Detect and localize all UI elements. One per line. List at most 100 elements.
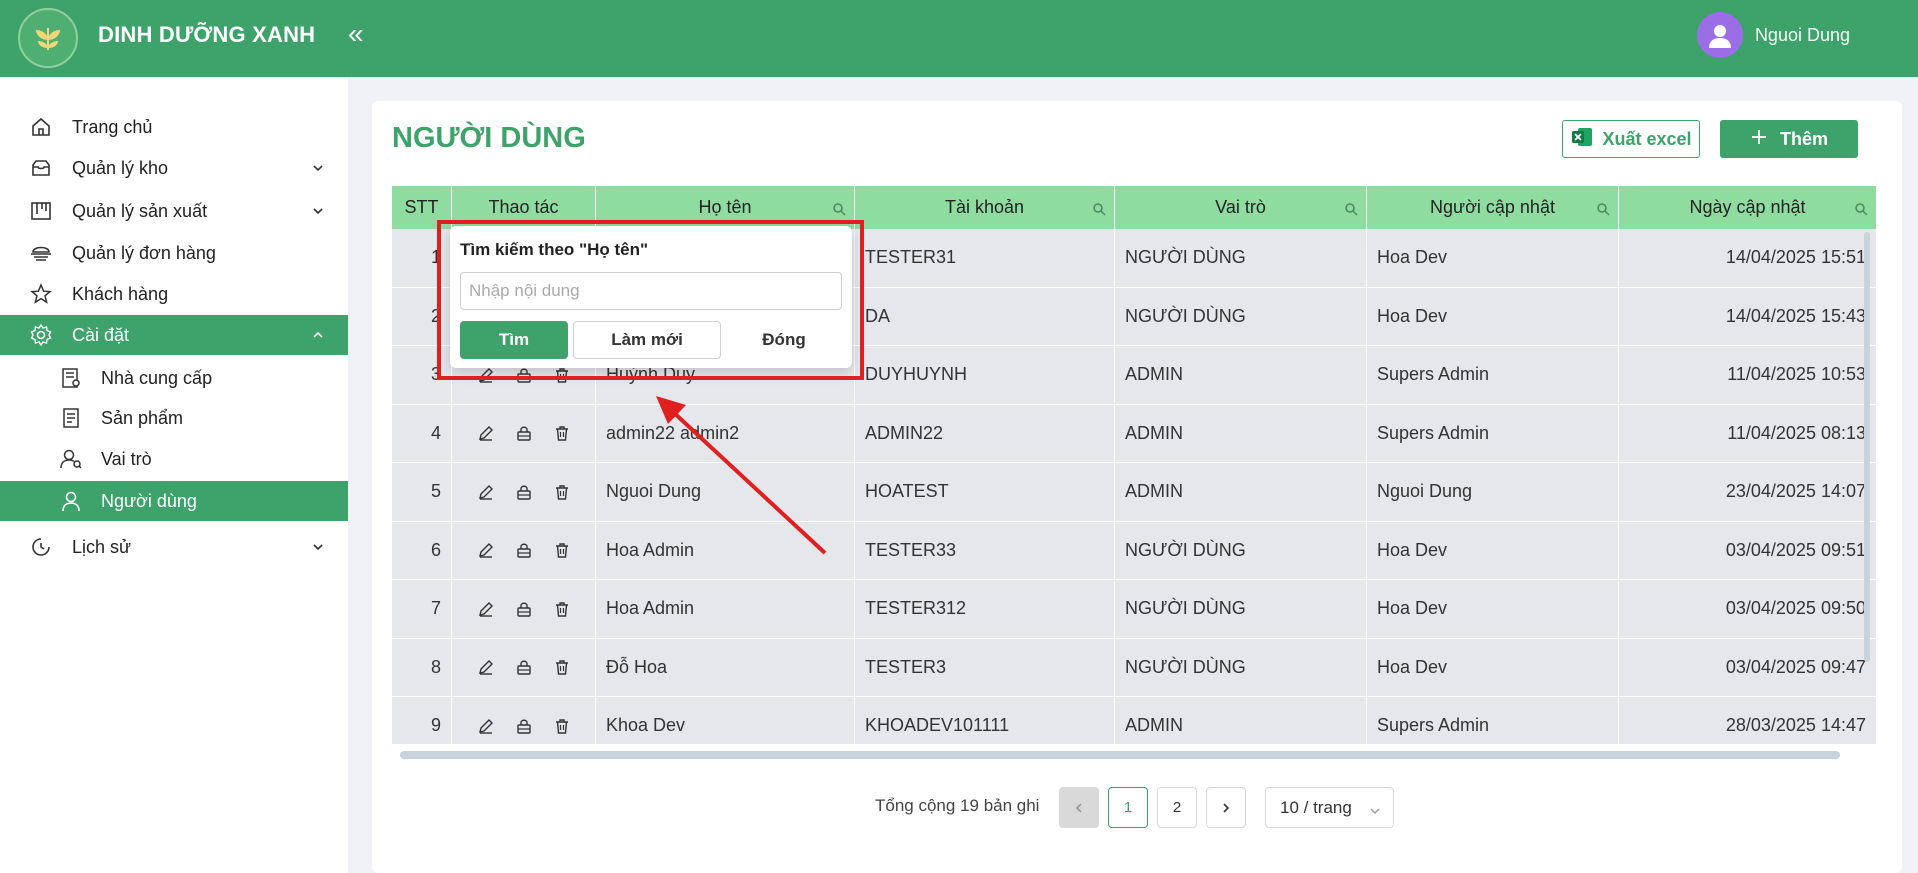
lock-icon[interactable] xyxy=(514,482,534,502)
cell-updated-by: Supers Admin xyxy=(1367,346,1619,404)
column-search-icon[interactable] xyxy=(1344,200,1358,216)
cell-updated-at: 14/04/2025 15:51 xyxy=(1619,229,1877,287)
roles-icon xyxy=(58,446,84,472)
cell-name: Hoa Admin xyxy=(596,521,855,579)
cell-account: TESTER312 xyxy=(855,580,1115,638)
add-user-button[interactable]: Thêm xyxy=(1720,120,1858,158)
avatar[interactable] xyxy=(1696,12,1743,58)
cell-account: DA xyxy=(855,287,1115,345)
page-size-select[interactable]: 10 / trang xyxy=(1265,787,1394,828)
sidebar-item-customers[interactable]: Khách hàng xyxy=(0,274,348,314)
sidebar-item-history[interactable]: Lịch sử xyxy=(0,527,348,567)
lock-icon[interactable] xyxy=(514,716,534,736)
sidebar-item-inventory[interactable]: Quản lý kho xyxy=(0,148,348,188)
col-header-updated-at: Ngày cập nhật xyxy=(1619,186,1877,229)
export-excel-label: Xuất excel xyxy=(1602,128,1692,149)
trash-icon[interactable] xyxy=(552,599,572,619)
sidebar-item-orders[interactable]: Quản lý đơn hàng xyxy=(0,233,348,273)
cell-updated-at: 14/04/2025 15:43 xyxy=(1619,287,1877,345)
trash-icon[interactable] xyxy=(552,423,572,443)
cell-account: TESTER31 xyxy=(855,229,1115,287)
col-header-label: Ngày cập nhật xyxy=(1689,197,1806,217)
page-1-button[interactable]: 1 xyxy=(1108,787,1148,828)
top-header: DINH DƯỠNG XANH « Nguoi Dung xyxy=(0,0,1918,77)
cell-account: TESTER3 xyxy=(855,638,1115,696)
column-search-icon[interactable] xyxy=(1092,200,1106,216)
cell-account: TESTER33 xyxy=(855,521,1115,579)
cell-role: NGƯỜI DÙNG xyxy=(1115,638,1367,696)
trash-icon[interactable] xyxy=(552,540,572,560)
col-header-label: Người cập nhật xyxy=(1430,197,1555,217)
collapse-sidebar-icon[interactable]: « xyxy=(348,18,364,50)
horizontal-scrollbar[interactable] xyxy=(400,751,1840,759)
cell-actions xyxy=(452,697,596,744)
cell-stt: 8 xyxy=(392,638,452,696)
cell-stt: 4 xyxy=(392,404,452,462)
sidebar-item-roles[interactable]: Vai trò xyxy=(0,439,348,479)
cell-updated-at: 23/04/2025 14:07 xyxy=(1619,463,1877,521)
cell-updated-at: 11/04/2025 10:53 xyxy=(1619,346,1877,404)
sidebar-item-label: Trang chủ xyxy=(72,116,153,137)
column-search-icon[interactable] xyxy=(832,200,846,216)
prev-page-button[interactable] xyxy=(1059,787,1099,828)
cell-role: ADMIN xyxy=(1115,404,1367,462)
total-records: Tổng cộng 19 bản ghi xyxy=(875,796,1040,815)
plus-icon xyxy=(1750,128,1768,151)
table-row: 9 Khoa Dev KHOADEV101111 ADMIN Supers Admin 2… xyxy=(392,697,1877,744)
table-row: 8 Đỗ Hoa TESTER3 NGƯỜI DÙNG Hoa Dev 03/04/202… xyxy=(392,638,1877,697)
sidebar-item-label: Quản lý sản xuất xyxy=(72,200,208,221)
col-header-label: STT xyxy=(404,197,439,217)
cell-name: admin22 admin2 xyxy=(596,404,855,462)
user-menu[interactable]: Nguoi Dung xyxy=(1696,12,1850,58)
next-page-button[interactable] xyxy=(1206,787,1246,828)
col-header-account: Tài khoản xyxy=(855,186,1115,229)
table-row: 4 admin22 admin2 ADMIN22 ADMIN Supers Admin 1… xyxy=(392,404,1877,463)
trash-icon[interactable] xyxy=(552,482,572,502)
cell-actions xyxy=(452,638,596,696)
lock-icon[interactable] xyxy=(514,540,534,560)
col-header-role: Vai trò xyxy=(1115,186,1367,229)
edit-icon[interactable] xyxy=(476,423,496,443)
cell-stt: 9 xyxy=(392,697,452,744)
trash-icon[interactable] xyxy=(552,716,572,736)
lock-icon[interactable] xyxy=(514,423,534,443)
page-2-button[interactable]: 2 xyxy=(1157,787,1197,828)
sidebar-item-production[interactable]: Quản lý sản xuất xyxy=(0,191,348,231)
column-search-icon[interactable] xyxy=(1596,200,1610,216)
supplier-icon xyxy=(58,365,84,391)
order-icon xyxy=(28,240,54,266)
cell-actions xyxy=(452,580,596,638)
history-icon xyxy=(28,534,54,560)
lock-icon[interactable] xyxy=(514,599,534,619)
cell-updated-by: Hoa Dev xyxy=(1367,521,1619,579)
sidebar-item-users[interactable]: Người dùng xyxy=(0,481,348,521)
chevron-down-icon xyxy=(310,539,326,555)
col-header-updated-by: Người cập nhật xyxy=(1367,186,1619,229)
chevron-down-icon xyxy=(310,160,326,176)
edit-icon[interactable] xyxy=(476,599,496,619)
cell-account: KHOADEV101111 xyxy=(855,697,1115,744)
cell-actions xyxy=(452,404,596,462)
sidebar-item-label: Quản lý kho xyxy=(72,157,169,178)
column-search-icon[interactable] xyxy=(1854,200,1868,216)
cell-stt: 5 xyxy=(392,463,452,521)
star-icon xyxy=(28,281,54,307)
cell-role: ADMIN xyxy=(1115,346,1367,404)
col-header-label: Thao tác xyxy=(488,197,559,217)
sidebar-item-home[interactable]: Trang chủ xyxy=(0,107,348,147)
user-name[interactable]: Nguoi Dung xyxy=(1755,25,1850,46)
sidebar-item-suppliers[interactable]: Nhà cung cấp xyxy=(0,358,348,398)
trash-icon[interactable] xyxy=(552,657,572,677)
sidebar-item-products[interactable]: Sản phẩm xyxy=(0,398,348,438)
edit-icon[interactable] xyxy=(476,657,496,677)
edit-icon[interactable] xyxy=(476,482,496,502)
lock-icon[interactable] xyxy=(514,657,534,677)
vertical-scrollbar[interactable] xyxy=(1864,232,1870,662)
edit-icon[interactable] xyxy=(476,716,496,736)
cell-role: NGƯỜI DÙNG xyxy=(1115,580,1367,638)
cell-role: ADMIN xyxy=(1115,697,1367,744)
edit-icon[interactable] xyxy=(476,540,496,560)
cell-updated-by: Hoa Dev xyxy=(1367,229,1619,287)
export-excel-button[interactable]: Xuất excel xyxy=(1562,120,1700,158)
sidebar-item-settings[interactable]: Cài đặt xyxy=(0,315,348,355)
